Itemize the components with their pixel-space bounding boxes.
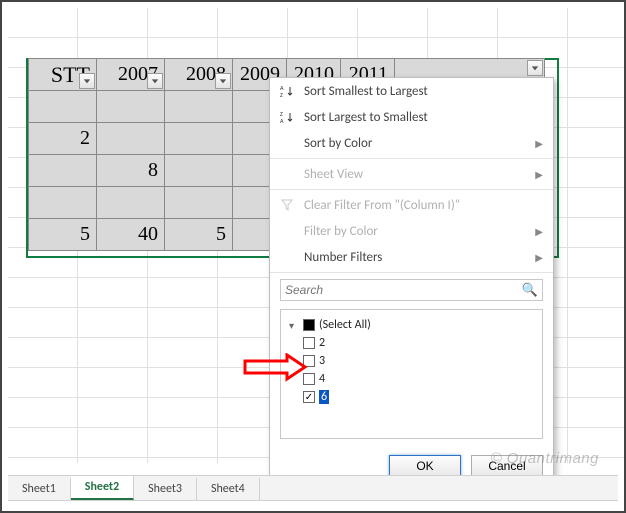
col-2008: 2008: [165, 59, 233, 91]
ok-button[interactable]: OK: [389, 455, 461, 477]
clear-filter: Clear Filter From "(Column I)": [270, 192, 553, 218]
search-icon: 🔍: [522, 283, 538, 298]
number-filters[interactable]: Number Filters ▶: [270, 244, 553, 270]
tab-sheet1[interactable]: Sheet1: [8, 478, 71, 500]
search-input-wrap[interactable]: 🔍: [280, 279, 543, 301]
filter-item[interactable]: 6: [285, 388, 538, 406]
sort-asc-icon: AZ: [278, 84, 296, 98]
sheet-view: Sheet View ▶: [270, 161, 553, 187]
filter-dropdown: AZ Sort Smallest to Largest ZA Sort Larg…: [269, 77, 554, 488]
tab-sheet3[interactable]: Sheet3: [134, 478, 197, 500]
filter-item[interactable]: 2: [285, 334, 538, 352]
filter-button[interactable]: [527, 60, 543, 76]
col-stt: STT: [29, 59, 97, 91]
filter-tree[interactable]: ▾ (Select All) 2 3 4 6: [280, 309, 543, 439]
sort-desc-icon: ZA: [278, 110, 296, 124]
separator: [270, 272, 553, 273]
checkbox-checked[interactable]: [303, 391, 315, 403]
svg-text:Z: Z: [280, 91, 283, 98]
filter-button[interactable]: [79, 73, 95, 89]
checkbox[interactable]: [303, 355, 315, 367]
clear-filter-icon: [278, 198, 296, 212]
filter-item[interactable]: 4: [285, 370, 538, 388]
filter-by-color: Filter by Color ▶: [270, 218, 553, 244]
separator: [270, 158, 553, 159]
sort-by-color[interactable]: Sort by Color ▶: [270, 130, 553, 156]
cancel-button[interactable]: Cancel: [471, 455, 543, 477]
tab-sheet4[interactable]: Sheet4: [197, 478, 260, 500]
filter-button[interactable]: [147, 73, 163, 89]
checkbox[interactable]: [303, 337, 315, 349]
sheet-tabbar: Sheet1 Sheet2 Sheet3 Sheet4: [8, 475, 618, 501]
search-row: 🔍: [270, 275, 553, 305]
sort-descending[interactable]: ZA Sort Largest to Smallest: [270, 104, 553, 130]
tree-toggle-icon: ▾: [289, 319, 299, 332]
tab-sheet2[interactable]: Sheet2: [71, 476, 134, 500]
sort-ascending[interactable]: AZ Sort Smallest to Largest: [270, 78, 553, 104]
filter-item[interactable]: 3: [285, 352, 538, 370]
svg-text:A: A: [280, 117, 284, 124]
search-input[interactable]: [285, 283, 522, 297]
submenu-arrow-icon: ▶: [535, 251, 543, 264]
select-all-item[interactable]: ▾ (Select All): [285, 316, 538, 334]
col-2007: 2007: [97, 59, 165, 91]
filter-button[interactable]: [215, 73, 231, 89]
separator: [270, 189, 553, 190]
checkbox-partial[interactable]: [303, 319, 315, 331]
checkbox[interactable]: [303, 373, 315, 385]
submenu-arrow-icon: ▶: [535, 137, 543, 150]
